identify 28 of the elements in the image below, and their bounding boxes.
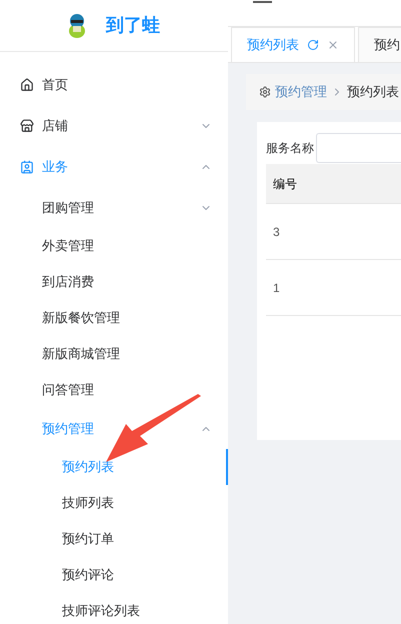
submenu-item[interactable]: 技师评论列表	[0, 593, 228, 624]
frog-mascot-icon	[68, 12, 86, 38]
active-indicator	[226, 449, 228, 485]
input-field[interactable]	[316, 133, 401, 163]
column-header: 编号	[273, 176, 297, 192]
gear-icon	[259, 86, 271, 98]
breadcrumb-current: 预约列表	[347, 83, 399, 102]
home-icon	[20, 78, 34, 92]
logo-text: 到了蛙	[106, 14, 160, 37]
tab[interactable]: 预约	[358, 27, 401, 62]
submenu-item[interactable]: 新版商城管理	[0, 336, 228, 372]
submenu-item[interactable]: 技师列表	[0, 485, 228, 521]
menu-item[interactable]: 店铺	[0, 105, 228, 146]
refresh-icon[interactable]	[307, 39, 319, 51]
submenu-item[interactable]: 预约评论	[0, 557, 228, 593]
search-label: 服务名称	[266, 140, 314, 157]
contact-card-icon	[20, 160, 34, 174]
submenu-item[interactable]: 团购管理	[0, 187, 228, 228]
menu-item[interactable]: 首页	[0, 64, 228, 105]
submenu-item[interactable]: 新版餐饮管理	[0, 300, 228, 336]
close-icon[interactable]	[327, 39, 339, 51]
submenu-item[interactable]: 问答管理	[0, 372, 228, 408]
shop-icon	[20, 118, 34, 132]
submenu-item[interactable]: 外卖管理	[0, 228, 228, 264]
submenu-item[interactable]: 到店消费	[0, 264, 228, 300]
table-cell-text: 3	[273, 224, 280, 240]
table-cell-text: 1	[273, 280, 280, 296]
submenu-item[interactable]: 预约订单	[0, 521, 228, 557]
